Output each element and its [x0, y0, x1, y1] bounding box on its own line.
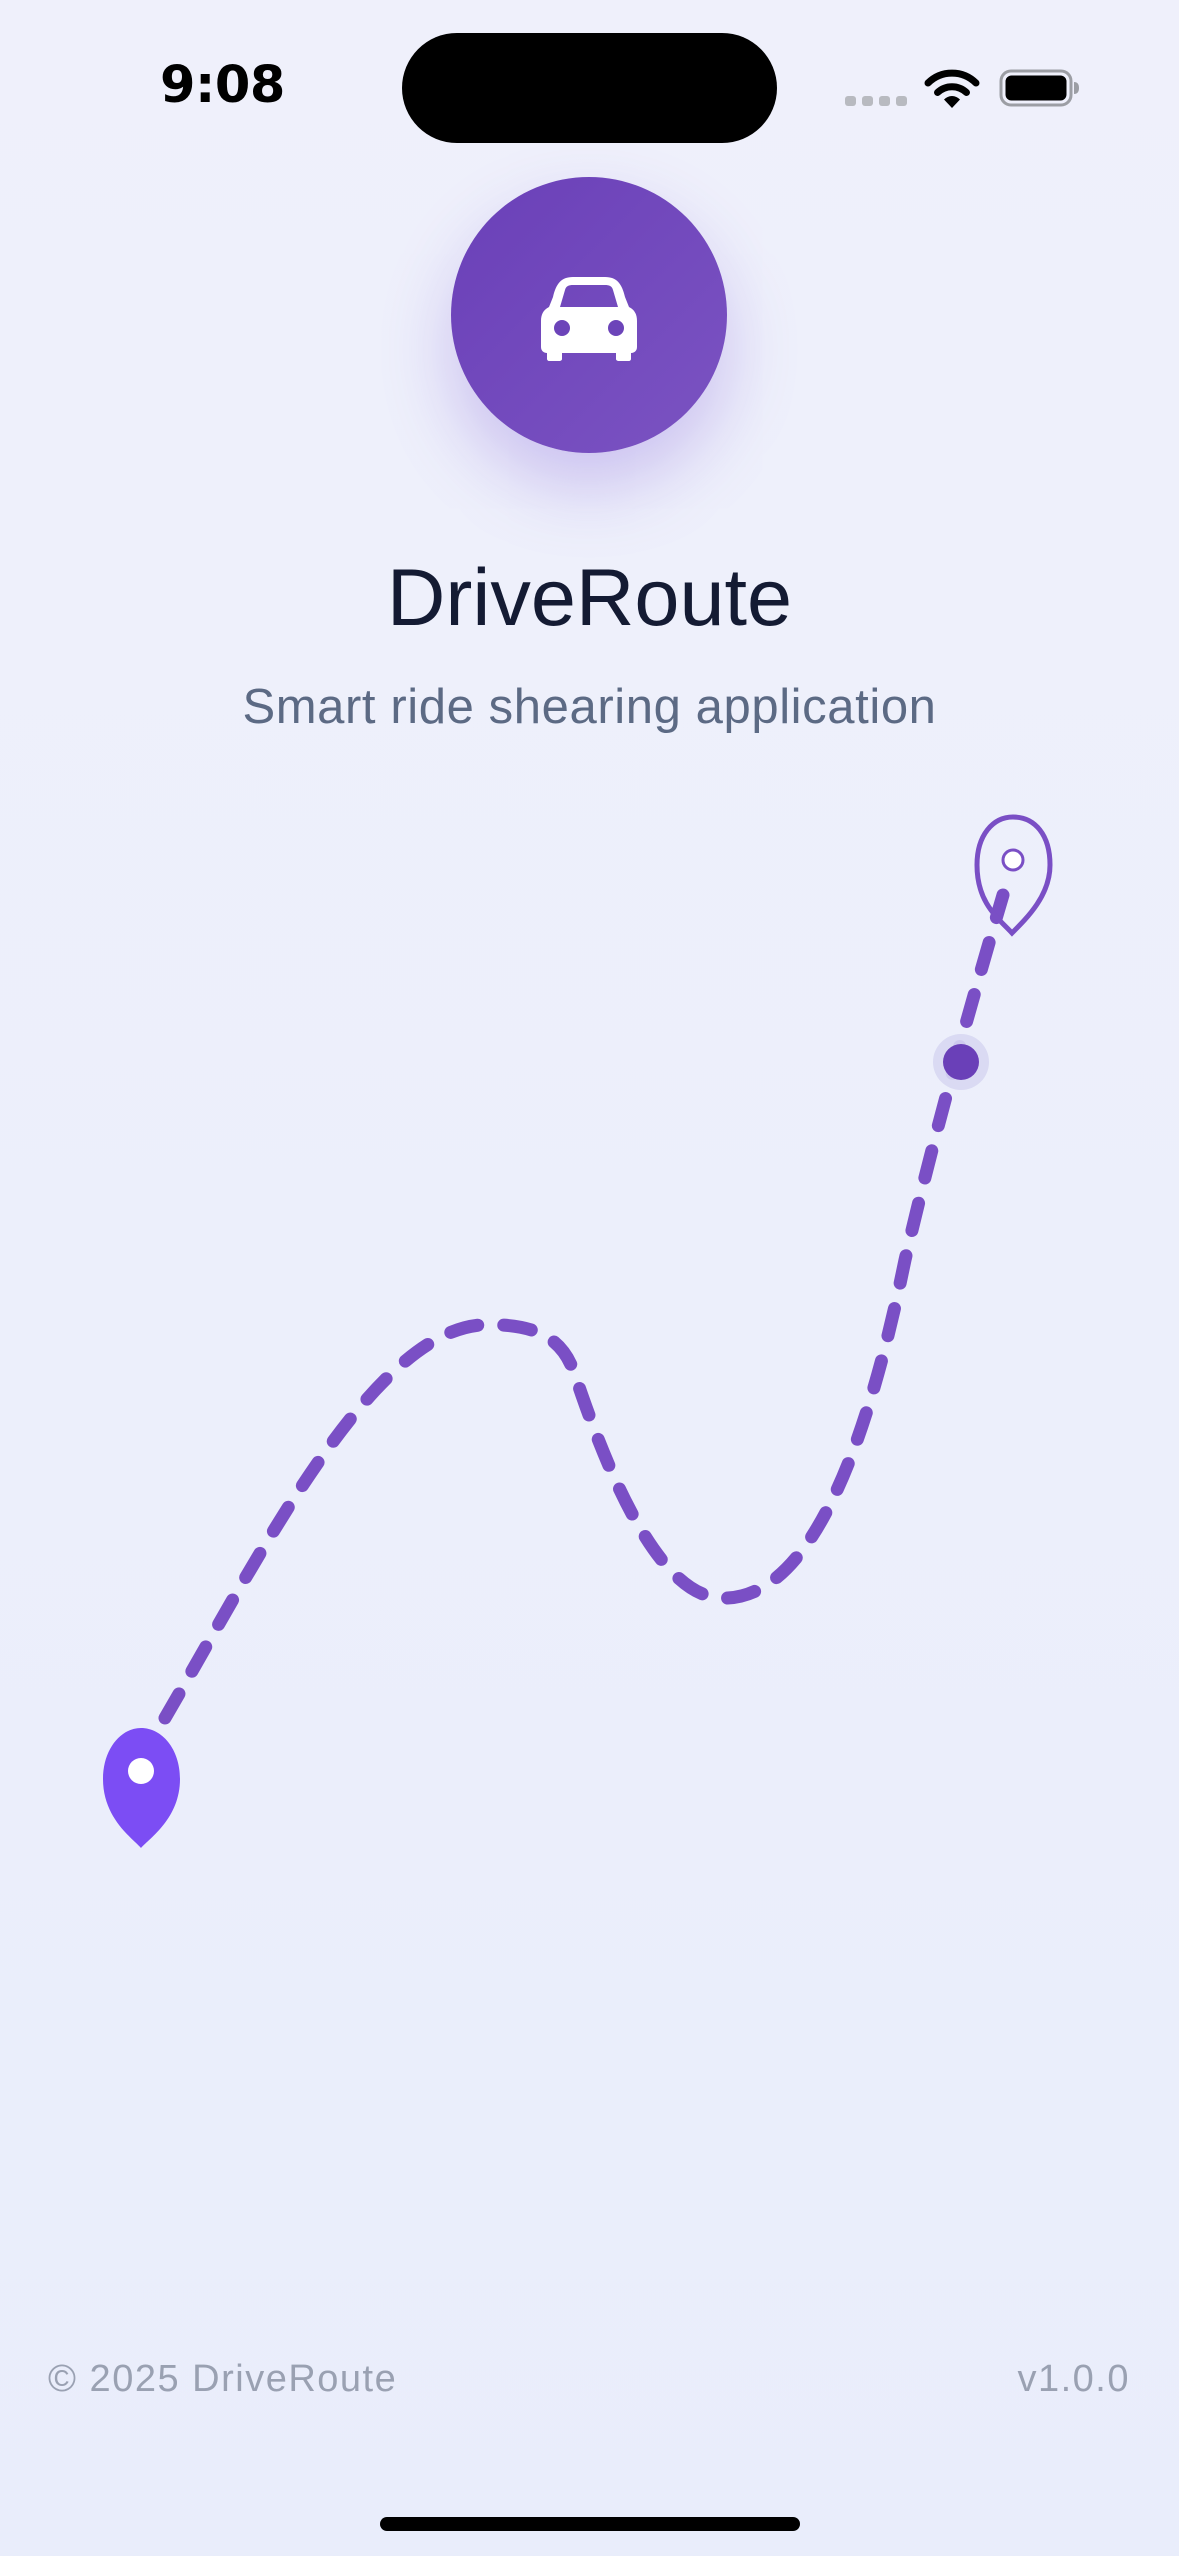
destination-pin-icon: [974, 814, 1053, 937]
route-illustration: [103, 814, 1053, 1848]
app-version: v1.0.0: [1017, 2358, 1130, 2400]
vehicle-position-dot: [933, 1034, 989, 1090]
dashed-route-path: [158, 888, 1010, 1725]
footer-copyright: © 2025 DriveRoute: [48, 2358, 398, 2400]
start-pin-icon: [103, 1728, 180, 1848]
home-indicator[interactable]: [380, 2517, 800, 2531]
